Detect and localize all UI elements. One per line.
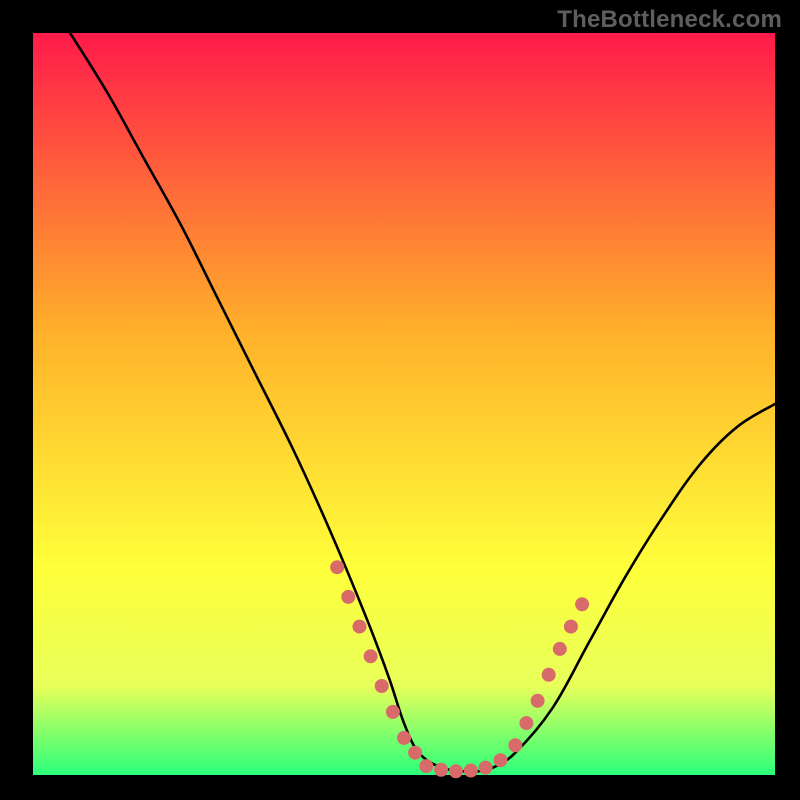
scatter-dot <box>419 759 433 773</box>
scatter-dot <box>575 597 589 611</box>
scatter-dot <box>375 679 389 693</box>
scatter-dot <box>386 705 400 719</box>
scatter-dot <box>449 764 463 778</box>
bottleneck-chart <box>0 0 800 800</box>
scatter-dot <box>494 753 508 767</box>
scatter-dot <box>519 716 533 730</box>
chart-background <box>33 33 775 775</box>
chart-container: TheBottleneck.com <box>0 0 800 800</box>
scatter-dot <box>508 738 522 752</box>
scatter-dot <box>353 620 367 634</box>
scatter-dot <box>434 763 448 777</box>
scatter-dot <box>464 764 478 778</box>
scatter-dot <box>531 694 545 708</box>
scatter-dot <box>553 642 567 656</box>
scatter-dot <box>397 731 411 745</box>
scatter-dot <box>330 560 344 574</box>
scatter-dot <box>341 590 355 604</box>
scatter-dot <box>479 761 493 775</box>
scatter-dot <box>408 746 422 760</box>
scatter-dot <box>542 668 556 682</box>
watermark: TheBottleneck.com <box>557 6 782 34</box>
scatter-dot <box>564 620 578 634</box>
scatter-dot <box>364 649 378 663</box>
